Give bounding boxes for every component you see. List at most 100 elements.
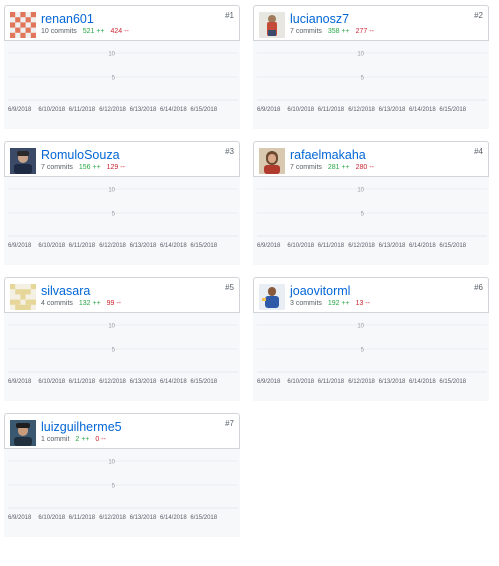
contributor-header: rafaelmakaha 7 commits 281 ++ 280 -- #4	[253, 141, 489, 177]
x-date-label: 6/9/2018	[8, 379, 32, 385]
user-photo-avatar-icon[interactable]	[259, 12, 285, 38]
x-date-label: 6/11/2018	[318, 107, 345, 113]
plot-area	[4, 177, 240, 265]
x-date-label: 6/11/2018	[69, 107, 96, 113]
contributor-login-link[interactable]: luizguilherme5	[41, 420, 122, 434]
x-date-label: 6/9/2018	[257, 107, 281, 113]
contributor-card: renan601 10 commits 521 ++ 424 -- #1 10 5…	[4, 5, 240, 129]
rank-label: #7	[225, 419, 234, 428]
x-date-label: 6/10/2018	[287, 379, 314, 385]
x-date-label: 6/9/2018	[257, 243, 281, 249]
x-date-label: 6/12/2018	[99, 515, 126, 521]
y-tick-label: 10	[108, 187, 115, 193]
contributor-login-link[interactable]: lucianosz7	[290, 12, 349, 26]
user-photo-avatar-icon[interactable]	[10, 148, 36, 174]
x-date-label: 6/14/2018	[160, 107, 187, 113]
additions-count: 192 ++	[327, 300, 350, 307]
rank-label: #4	[474, 147, 483, 156]
commit-count[interactable]: 10 commits	[41, 28, 77, 35]
x-date-label: 6/15/2018	[190, 515, 217, 521]
contributor-login-link[interactable]: joaovitorml	[290, 284, 350, 298]
additions-count: 2 ++	[75, 436, 90, 443]
contributor-stats: 4 commits 132 ++ 99 --	[41, 299, 121, 308]
x-date-label: 6/11/2018	[318, 379, 345, 385]
x-date-label: 6/9/2018	[8, 107, 32, 113]
x-date-label: 6/10/2018	[38, 243, 65, 249]
commit-count[interactable]: 7 commits	[41, 164, 73, 171]
commit-count[interactable]: 1 commit	[41, 436, 69, 443]
additions-count: 358 ++	[327, 28, 350, 35]
commit-activity-chart: 10 5 6/9/2018 6/10/2018 6/11/2018 6/12/2018 6/…	[4, 41, 240, 129]
commit-count[interactable]: 3 commits	[290, 300, 322, 307]
user-photo-avatar-icon[interactable]	[259, 148, 285, 174]
commit-activity-chart: 10 5 6/9/2018 6/10/2018 6/11/2018 6/12/2018 6/…	[253, 41, 489, 129]
x-date-label: 6/14/2018	[160, 515, 187, 521]
commit-activity-chart: 10 5 6/9/2018 6/10/2018 6/11/2018 6/12/2018 6/…	[4, 313, 240, 401]
x-date-label: 6/12/2018	[348, 243, 375, 249]
x-date-label: 6/9/2018	[8, 243, 32, 249]
contributor-header: RomuloSouza 7 commits 156 ++ 129 -- #3	[4, 141, 240, 177]
rank-label: #6	[474, 283, 483, 292]
contributor-card: silvasara 4 commits 132 ++ 99 -- #5 10 5 6…	[4, 277, 240, 401]
x-date-label: 6/10/2018	[38, 107, 65, 113]
x-date-label: 6/10/2018	[38, 379, 65, 385]
x-date-label: 6/14/2018	[409, 107, 436, 113]
additions-count: 521 ++	[82, 28, 105, 35]
user-photo-avatar-icon[interactable]	[259, 284, 285, 310]
x-date-label: 6/10/2018	[287, 107, 314, 113]
rank-label: #3	[225, 147, 234, 156]
identicon-avatar-icon[interactable]	[10, 284, 36, 310]
y-tick-label: 10	[108, 459, 115, 465]
contributor-stats: 3 commits 192 ++ 13 --	[290, 299, 370, 308]
commit-count[interactable]: 7 commits	[290, 28, 322, 35]
x-date-label: 6/11/2018	[69, 243, 96, 249]
additions-count: 281 ++	[327, 164, 350, 171]
contributor-login-link[interactable]: renan601	[41, 12, 94, 26]
contributor-login-link[interactable]: RomuloSouza	[41, 148, 120, 162]
x-date-label: 6/12/2018	[99, 379, 126, 385]
rank-label: #5	[225, 283, 234, 292]
x-date-label: 6/15/2018	[439, 243, 466, 249]
x-date-label: 6/15/2018	[439, 107, 466, 113]
contributor-stats: 7 commits 156 ++ 129 --	[41, 163, 125, 172]
deletions-count: 13 --	[355, 300, 371, 307]
y-tick-label: 10	[108, 323, 115, 329]
contributor-header: joaovitorml 3 commits 192 ++ 13 -- #6	[253, 277, 489, 313]
commit-count[interactable]: 4 commits	[41, 300, 73, 307]
x-date-label: 6/15/2018	[190, 379, 217, 385]
x-date-label: 6/11/2018	[69, 515, 96, 521]
contributor-login-link[interactable]: rafaelmakaha	[290, 148, 366, 162]
contributor-card: luizguilherme5 1 commit 2 ++ 0 -- #7 10 5…	[4, 413, 240, 537]
x-date-label: 6/14/2018	[160, 379, 187, 385]
deletions-count: 424 --	[110, 28, 129, 35]
x-date-label: 6/9/2018	[8, 515, 32, 521]
commit-activity-chart: 10 5 6/9/2018 6/10/2018 6/11/2018 6/12/2018 6/…	[253, 313, 489, 401]
contributor-stats: 7 commits 358 ++ 277 --	[290, 27, 374, 36]
contributor-login-link[interactable]: silvasara	[41, 284, 90, 298]
plot-area	[4, 41, 240, 129]
x-date-label: 6/13/2018	[130, 243, 157, 249]
contributor-stats: 10 commits 521 ++ 424 --	[41, 27, 129, 36]
y-tick-label: 10	[357, 323, 364, 329]
contributor-header: luizguilherme5 1 commit 2 ++ 0 -- #7	[4, 413, 240, 449]
plot-area	[253, 313, 489, 401]
rank-label: #1	[225, 11, 234, 20]
x-date-label: 6/15/2018	[190, 243, 217, 249]
contributor-header: renan601 10 commits 521 ++ 424 -- #1	[4, 5, 240, 41]
user-photo-avatar-icon[interactable]	[10, 420, 36, 446]
plot-area	[253, 41, 489, 129]
x-date-label: 6/9/2018	[257, 379, 281, 385]
identicon-avatar-icon[interactable]	[10, 12, 36, 38]
commit-activity-chart: 10 5 6/9/2018 6/10/2018 6/11/2018 6/12/2018 6/…	[4, 449, 240, 537]
contributor-card: joaovitorml 3 commits 192 ++ 13 -- #6 10…	[253, 277, 489, 401]
x-date-label: 6/13/2018	[379, 243, 406, 249]
contributor-card: lucianosz7 7 commits 358 ++ 277 -- #2 10…	[253, 5, 489, 129]
x-date-label: 6/13/2018	[130, 107, 157, 113]
x-date-label: 6/15/2018	[190, 107, 217, 113]
additions-count: 132 ++	[78, 300, 101, 307]
x-date-label: 6/15/2018	[439, 379, 466, 385]
contributor-card: rafaelmakaha 7 commits 281 ++ 280 -- #4 …	[253, 141, 489, 265]
y-tick-label: 10	[357, 187, 364, 193]
commit-count[interactable]: 7 commits	[290, 164, 322, 171]
additions-count: 156 ++	[78, 164, 101, 171]
